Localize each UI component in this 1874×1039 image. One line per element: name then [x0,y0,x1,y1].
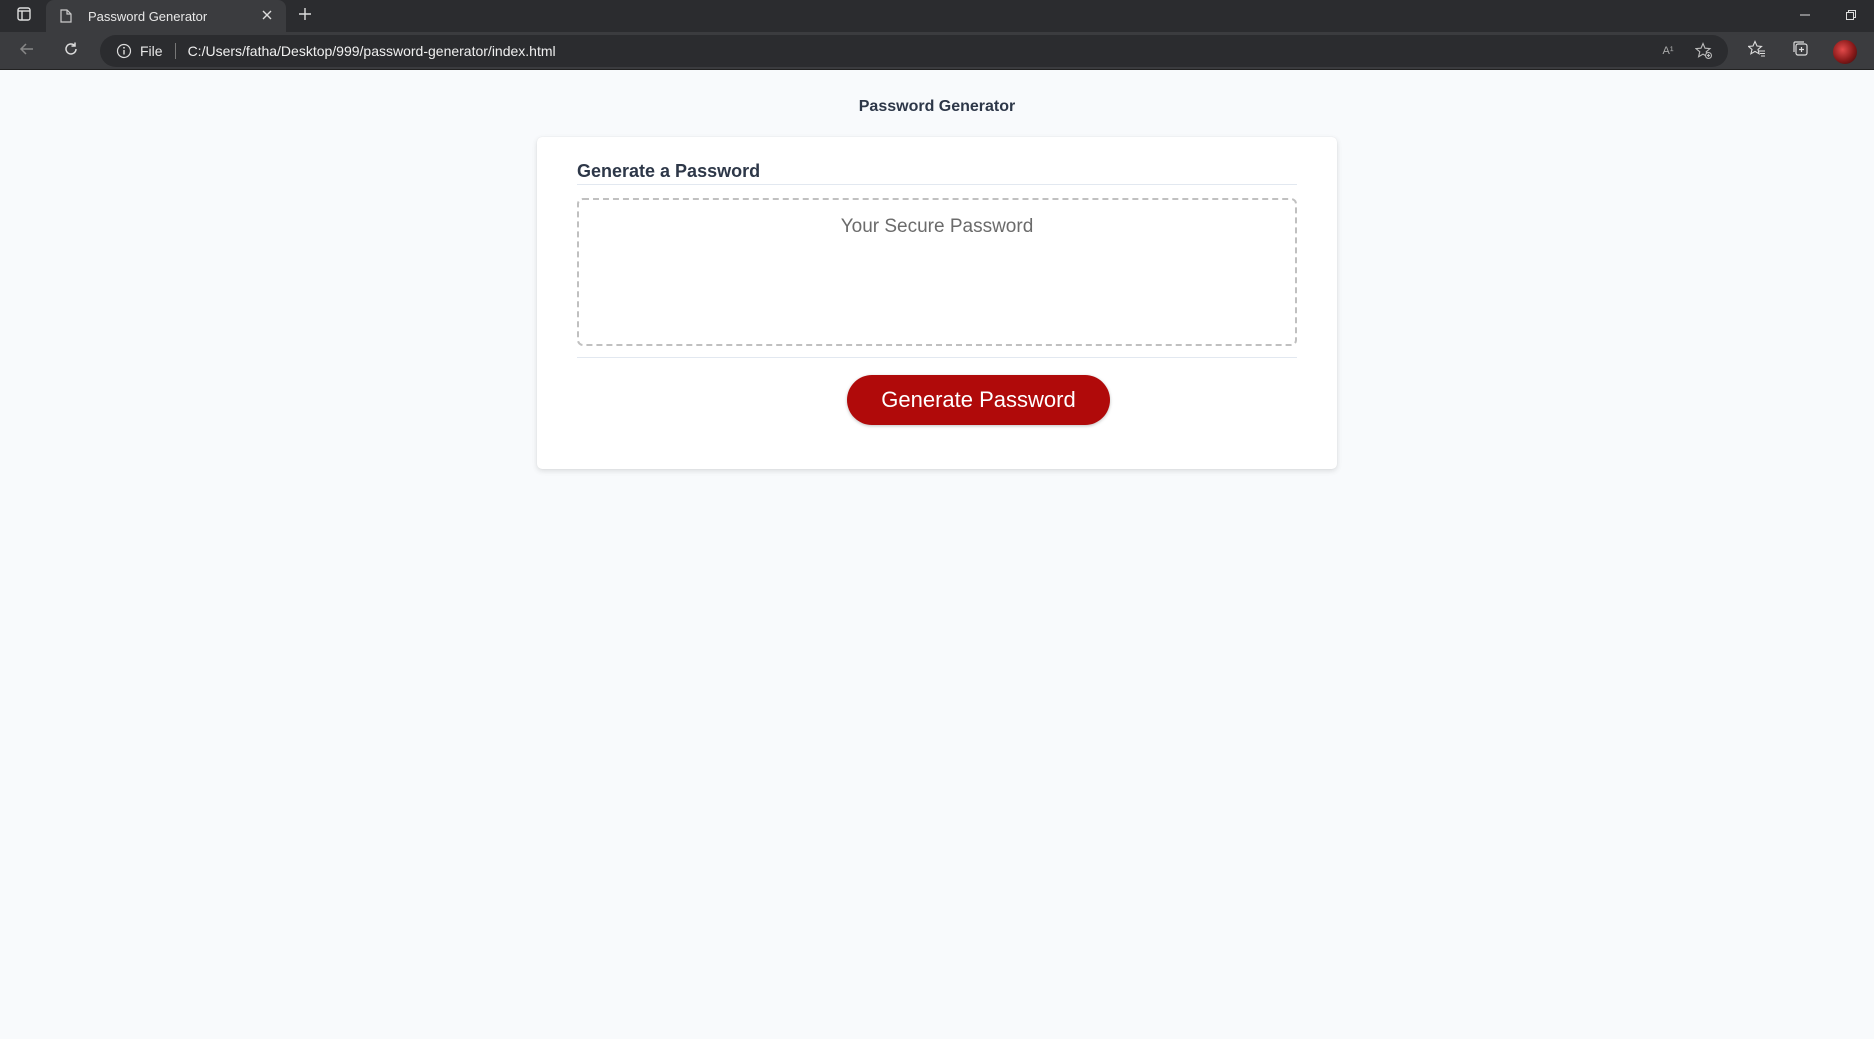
avatar [1833,40,1857,64]
card-header: Generate a Password [577,161,1297,185]
tab-close-button[interactable] [258,7,276,25]
password-card: Generate a Password Generate Password [537,137,1337,469]
minimize-button[interactable] [1782,0,1828,32]
profile-button[interactable] [1830,37,1860,65]
window-controls [1782,0,1874,32]
url-scheme-label: File [140,43,163,59]
tab-strip: Password Generator [0,0,1874,32]
toolbar-actions [1742,37,1860,65]
card-footer: Generate Password [577,357,1297,425]
info-icon[interactable] [116,43,132,59]
close-icon [262,7,272,25]
password-output[interactable] [577,198,1297,346]
read-aloud-icon[interactable]: A¹ [1658,41,1678,61]
card-heading: Generate a Password [577,161,761,181]
back-button[interactable] [12,37,42,65]
url-text[interactable]: C:/Users/fatha/Desktop/999/password-gene… [188,43,556,59]
tab-actions-button[interactable] [10,4,38,28]
page-title: Password Generator [858,98,1016,115]
refresh-button[interactable] [56,37,86,65]
browser-toolbar: File C:/Users/fatha/Desktop/999/password… [0,32,1874,70]
address-separator [174,43,176,59]
page-content: Password Generator Generate a Password G… [0,71,1874,1039]
tab-title: Password Generator [88,8,208,24]
tab-actions-icon [17,6,31,26]
browser-window: Password Generator File C:/Users/fatha/D… [0,0,1874,1039]
back-arrow-icon [19,41,35,62]
plus-icon [298,7,312,26]
favorites-icon [1747,39,1766,63]
new-tab-button[interactable] [292,4,318,28]
refresh-icon [63,41,79,62]
collections-button[interactable] [1786,37,1816,65]
collections-icon [1792,40,1810,63]
restore-button[interactable] [1828,0,1874,32]
favorites-button[interactable] [1742,37,1772,65]
minimize-icon [1800,7,1810,25]
address-bar[interactable]: File C:/Users/fatha/Desktop/999/password… [100,35,1728,67]
restore-icon [1846,7,1856,25]
address-bar-actions: A¹ [1658,41,1714,61]
page-icon [58,8,74,24]
generate-password-button[interactable]: Generate Password [847,375,1110,425]
add-favorite-icon[interactable] [1694,41,1714,61]
tab-password-generator[interactable]: Password Generator [46,0,286,32]
